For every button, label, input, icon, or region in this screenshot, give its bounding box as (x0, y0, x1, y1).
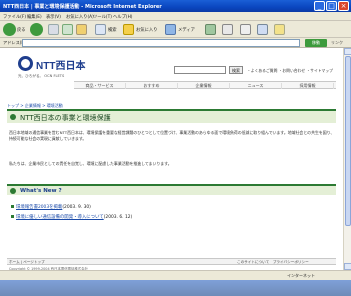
title-bar: NTT西日本 | 事業と環境保護活動 - Microsoft Internet … (0, 0, 351, 12)
footer-right-links[interactable]: このサイトについて プライバシーポリシー (237, 260, 309, 265)
site-search-input[interactable] (174, 66, 226, 74)
scroll-down-icon[interactable] (344, 263, 351, 270)
second-paragraph: 私たちは、企業市民としての責任を自覚し、環境に配慮した事業活動を推進してまいりま… (9, 161, 172, 166)
messenger-icon[interactable] (274, 24, 285, 35)
history-icon[interactable] (205, 24, 216, 35)
search-label[interactable]: 検索 (108, 27, 117, 33)
whats-new-title: What's New ? (20, 188, 62, 194)
scroll-up-icon[interactable] (344, 48, 351, 55)
whats-new-bar: What's New ? (7, 184, 336, 195)
close-button[interactable]: × (338, 1, 349, 11)
status-bar: インターネット (0, 270, 351, 280)
toolbar: 戻る 検索 お気に入り メディア (0, 21, 351, 38)
page-content: NTT西日本 光、ひろがる。 OCN FLETS 検索 ・よくあるご質問 ・お問… (0, 48, 343, 271)
address-input[interactable] (22, 39, 300, 47)
mail-icon[interactable] (222, 24, 233, 35)
global-nav: 商品・サービス おすすめ 企業情報 ニュース 採用情報 (74, 81, 336, 89)
gnav-recommend[interactable]: おすすめ (126, 83, 178, 89)
logo-name: NTT西日本 (36, 61, 86, 72)
page-title: NTT西日本の事業と環境保護 (20, 114, 111, 122)
gnav-recruit[interactable]: 採用情報 (282, 83, 334, 89)
menu-tools[interactable]: ツール(T) (93, 14, 112, 20)
media-icon[interactable] (165, 24, 176, 35)
maximize-button[interactable]: □ (326, 1, 337, 11)
back-label[interactable]: 戻る (17, 27, 26, 33)
footer-left-links[interactable]: ホーム | ページトップ (9, 260, 45, 265)
taskbar (0, 280, 351, 296)
news-item: 環境報告書2003を掲載(2003. 9. 30) (11, 204, 91, 210)
edit-icon[interactable] (257, 24, 268, 35)
gnav-services[interactable]: 商品・サービス (74, 83, 126, 89)
news-date: (2003. 9. 30) (62, 205, 91, 210)
search-icon[interactable] (95, 24, 106, 35)
refresh-icon[interactable] (62, 24, 73, 35)
links-label[interactable]: リンク (331, 40, 343, 46)
vertical-scrollbar[interactable] (343, 48, 351, 270)
news-link[interactable]: 環境に優しい通信設備の開発・導入について (16, 215, 104, 220)
menu-help[interactable]: ヘルプ(H) (113, 14, 132, 20)
security-zone: インターネット (287, 273, 315, 278)
media-label[interactable]: メディア (178, 27, 195, 33)
menu-favorites[interactable]: お気に入り(A) (66, 14, 94, 20)
footer-nav: ホーム | ページトップ このサイトについて プライバシーポリシー (7, 258, 336, 265)
top-links[interactable]: ・よくあるご質問 ・お問い合わせ ・サイトマップ (247, 68, 333, 74)
menu-bar: ファイル(F) 編集(E) 表示(V) お気に入り(A) ツール(T) ヘルプ(… (0, 12, 351, 21)
gnav-news[interactable]: ニュース (230, 83, 282, 89)
address-bar: アドレス(D) 移動 リンク (0, 38, 351, 48)
print-icon[interactable] (240, 24, 251, 35)
menu-view[interactable]: 表示(V) (46, 14, 61, 20)
heading-bar: NTT西日本の事業と環境保護 (7, 109, 336, 123)
favorites-icon[interactable] (123, 24, 134, 35)
menu-edit[interactable]: 編集(E) (27, 14, 42, 20)
intro-paragraph: 西日本地域の通信事業を営むNTT西日本は、環境保護を重要な経営課題のひとつとして… (9, 130, 335, 141)
scroll-thumb[interactable] (345, 56, 351, 226)
menu-file[interactable]: ファイル(F) (3, 14, 26, 20)
square-bullet-icon (11, 205, 14, 208)
bullet-icon (10, 114, 16, 120)
window-title: NTT西日本 | 事業と環境保護活動 - Microsoft Internet … (3, 4, 162, 10)
news-item: 環境に優しい通信設備の開発・導入について(2003. 6. 12) (11, 214, 132, 220)
square-bullet-icon (11, 215, 14, 218)
back-icon[interactable] (3, 23, 16, 36)
go-button[interactable]: 移動 (305, 39, 327, 47)
forward-icon[interactable] (30, 23, 43, 36)
home-icon[interactable] (76, 24, 87, 35)
gnav-corporate[interactable]: 企業情報 (178, 83, 230, 89)
logo-tagline: 光、ひろがる。 OCN FLETS (18, 74, 65, 78)
ntt-logo-icon (18, 56, 33, 71)
minimize-button[interactable]: _ (314, 1, 325, 11)
stop-icon[interactable] (48, 24, 59, 35)
news-link[interactable]: 環境報告書2003を掲載 (16, 205, 62, 210)
site-search-button[interactable]: 検索 (229, 66, 243, 74)
favorites-label[interactable]: お気に入り (136, 27, 157, 33)
news-date: (2003. 6. 12) (103, 215, 133, 220)
bullet-icon (10, 188, 16, 194)
